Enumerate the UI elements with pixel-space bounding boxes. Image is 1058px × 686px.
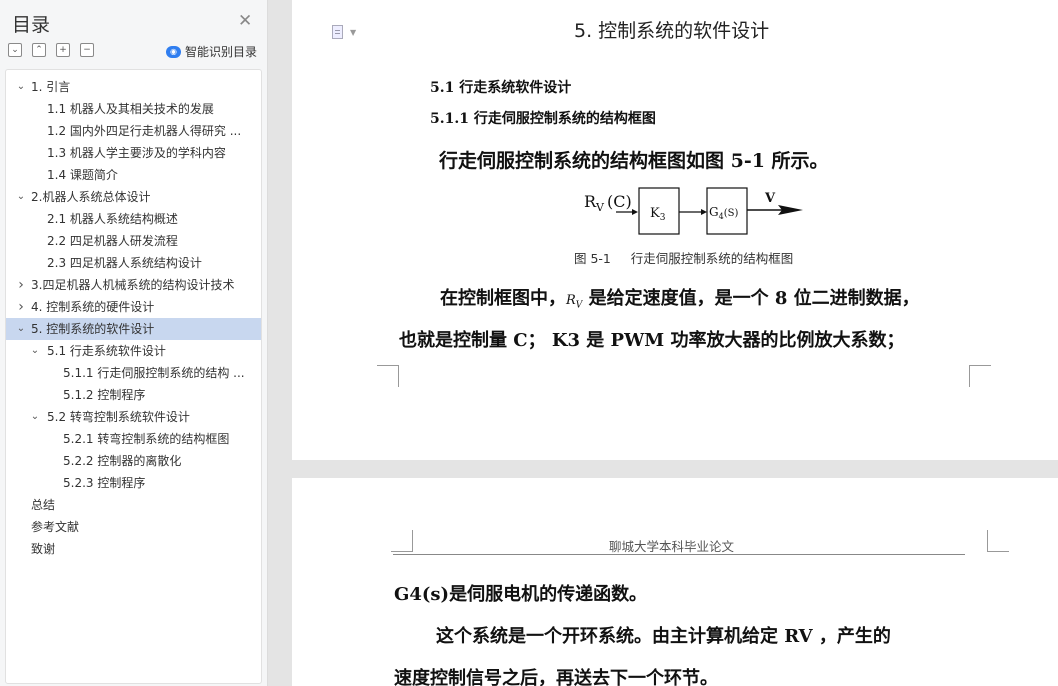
- margin-corner-mark: [987, 530, 1009, 552]
- toc-item[interactable]: ⌄ 5.2 转弯控制系统软件设计: [6, 406, 261, 428]
- toc-item[interactable]: ⌄ 5.1 行走系统软件设计: [6, 340, 261, 362]
- toc-item[interactable]: 5.1.1 行走伺服控制系统的结构 ...: [6, 362, 261, 384]
- toc-item-label: 5.2.1 转弯控制系统的结构框图: [63, 432, 230, 446]
- chevron-down-icon[interactable]: ⌄: [15, 321, 27, 337]
- toc-item-label: 1. 引言: [31, 80, 71, 94]
- margin-corner-mark: [969, 365, 991, 387]
- toc-item[interactable]: 1.4 课题简介: [6, 164, 261, 186]
- toc-item-label: 3.四足机器人机械系统的结构设计技术: [31, 278, 235, 292]
- paragraph: 这个系统是一个开环系统。由主计算机给定 RV ，产生的: [436, 626, 891, 647]
- smart-icon: ◉: [166, 45, 181, 58]
- toc-item-label: 2.1 机器人系统结构概述: [47, 212, 178, 226]
- chapter-title: 5. 控制系统的软件设计: [574, 20, 770, 42]
- toc-item-label: 4. 控制系统的硬件设计: [31, 300, 155, 314]
- paragraph: 行走伺服控制系统的结构框图如图 5-1 所示。: [439, 150, 829, 172]
- toc-item[interactable]: 2.1 机器人系统结构概述: [6, 208, 261, 230]
- toc-item[interactable]: 5.1.2 控制程序: [6, 384, 261, 406]
- smart-toc-button[interactable]: ◉ 智能识别目录: [166, 43, 257, 60]
- toc-item[interactable]: 2.2 四足机器人研发流程: [6, 230, 261, 252]
- toc-item-label: 2.3 四足机器人系统结构设计: [47, 256, 202, 270]
- sidebar-title: 目录: [12, 14, 51, 36]
- toc-tree: ⌄ 1. 引言 1.1 机器人及其相关技术的发展 1.2 国内外四足行走机器人得研究 …: [5, 69, 262, 684]
- paragraph: 也就是控制量 C； K3 是 PWM 功率放大器的比例放大系数；: [399, 330, 905, 351]
- toc-item-label: 2.2 四足机器人研发流程: [47, 234, 178, 248]
- toc-item[interactable]: 参考文献: [6, 516, 261, 538]
- smart-toc-label: 智能识别目录: [185, 45, 258, 59]
- paragraph: 速度控制信号之后，再送去下一个环节。: [394, 668, 718, 686]
- block-diagram: RV (C) K3 G4(S) V: [584, 187, 803, 235]
- header-rule: [393, 554, 965, 555]
- toc-item[interactable]: 总结: [6, 494, 261, 516]
- toc-item-label: 5.2.3 控制程序: [63, 476, 146, 490]
- toc-item-label: 5.1.1 行走伺服控制系统的结构 ...: [63, 366, 245, 380]
- toc-item[interactable]: 5.2.2 控制器的离散化: [6, 450, 261, 472]
- toc-item-label: 2.机器人系统总体设计: [31, 190, 151, 204]
- document-canvas: ▼ 5. 控制系统的软件设计 5.1 行走系统软件设计 5.1.1 行走伺服控制…: [269, 0, 1058, 686]
- transfer-block-label: G4(S): [709, 205, 738, 221]
- toc-item-label: 总结: [31, 498, 56, 512]
- toc-item-label: 致谢: [31, 542, 56, 556]
- toc-item-label: 5. 控制系统的软件设计: [31, 322, 155, 336]
- toc-item-label: 1.1 机器人及其相关技术的发展: [47, 102, 214, 116]
- chevron-down-icon[interactable]: ⌄: [29, 409, 41, 425]
- toc-item-label: 5.1.2 控制程序: [63, 388, 146, 402]
- collapse-all-button[interactable]: ⌄: [8, 43, 22, 57]
- chevron-down-icon[interactable]: ⌄: [15, 189, 27, 205]
- page-header: 聊城大学本科毕业论文: [609, 539, 735, 554]
- toc-sidebar: 目录 ✕ ⌄ ⌃ + − ◉ 智能识别目录 ⌄ 1. 引言 1.1 机器人及其相关技…: [0, 0, 268, 686]
- toc-item-label: 5.2 转弯控制系统软件设计: [47, 410, 190, 424]
- figure-caption: 图 5-1 行走伺服控制系统的结构框图: [574, 251, 794, 266]
- chevron-right-icon[interactable]: ›: [15, 299, 27, 315]
- toc-item[interactable]: ⌄ 2.机器人系统总体设计: [6, 186, 261, 208]
- chevron-down-icon[interactable]: ⌄: [15, 79, 27, 95]
- toc-item[interactable]: 1.3 机器人学主要涉及的学科内容: [6, 142, 261, 164]
- close-icon[interactable]: ✕: [238, 11, 252, 31]
- toc-item-label: 5.1 行走系统软件设计: [47, 344, 166, 358]
- paragraph: G4(s)是伺服电机的传递函数。: [394, 584, 648, 605]
- toc-item[interactable]: ⌄ 1. 引言: [6, 76, 261, 98]
- toc-item-label: 5.2.2 控制器的离散化: [63, 454, 182, 468]
- chevron-right-icon[interactable]: ›: [15, 277, 27, 293]
- toc-item-label: 1.4 课题简介: [47, 168, 118, 182]
- toc-item[interactable]: › 3.四足机器人机械系统的结构设计技术: [6, 274, 261, 296]
- diagram-input-label: RV (C): [584, 192, 632, 214]
- document-icon[interactable]: [332, 25, 343, 39]
- toc-item-label: 1.2 国内外四足行走机器人得研究 ...: [47, 124, 242, 138]
- toc-item[interactable]: 1.1 机器人及其相关技术的发展: [6, 98, 261, 120]
- paragraph-text: 在控制框图中，: [440, 288, 566, 309]
- toc-item-label: 参考文献: [31, 520, 80, 534]
- toc-item[interactable]: 致谢: [6, 538, 261, 560]
- toc-item[interactable]: 2.3 四足机器人系统结构设计: [6, 252, 261, 274]
- paragraph: 在控制框图中，RV 是给定速度值，是一个 8 位二进制数据，: [440, 284, 920, 311]
- document-page: ▼ 5. 控制系统的软件设计 5.1 行走系统软件设计 5.1.1 行走伺服控制…: [292, 0, 1058, 460]
- remove-level-button[interactable]: −: [80, 43, 94, 57]
- toc-item[interactable]: 5.2.1 转弯控制系统的结构框图: [6, 428, 261, 450]
- toc-item-label: 1.3 机器人学主要涉及的学科内容: [47, 146, 226, 160]
- paragraph-text: 是给定速度值，是一个 8 位二进制数据，: [582, 288, 920, 309]
- chevron-down-icon[interactable]: ⌄: [29, 343, 41, 359]
- expand-all-button[interactable]: ⌃: [32, 43, 46, 57]
- rv-symbol: RV: [566, 293, 583, 311]
- subsection-heading: 5.1.1 行走伺服控制系统的结构框图: [430, 111, 656, 127]
- toc-toolbar: ⌄ ⌃ + −: [8, 43, 94, 57]
- margin-corner-mark: [377, 365, 399, 387]
- diagram-output-label: V: [764, 191, 776, 206]
- section-heading: 5.1 行走系统软件设计: [430, 80, 572, 96]
- add-level-button[interactable]: +: [56, 43, 70, 57]
- toc-item[interactable]: ⌄ 5. 控制系统的软件设计: [6, 318, 261, 340]
- margin-corner-mark: [391, 530, 413, 552]
- toc-item[interactable]: 5.2.3 控制程序: [6, 472, 261, 494]
- chevron-down-icon[interactable]: ▼: [350, 28, 356, 37]
- toc-item[interactable]: 1.2 国内外四足行走机器人得研究 ...: [6, 120, 261, 142]
- toc-item[interactable]: › 4. 控制系统的硬件设计: [6, 296, 261, 318]
- input-arrowhead: [632, 209, 638, 215]
- mid-arrowhead: [701, 209, 707, 215]
